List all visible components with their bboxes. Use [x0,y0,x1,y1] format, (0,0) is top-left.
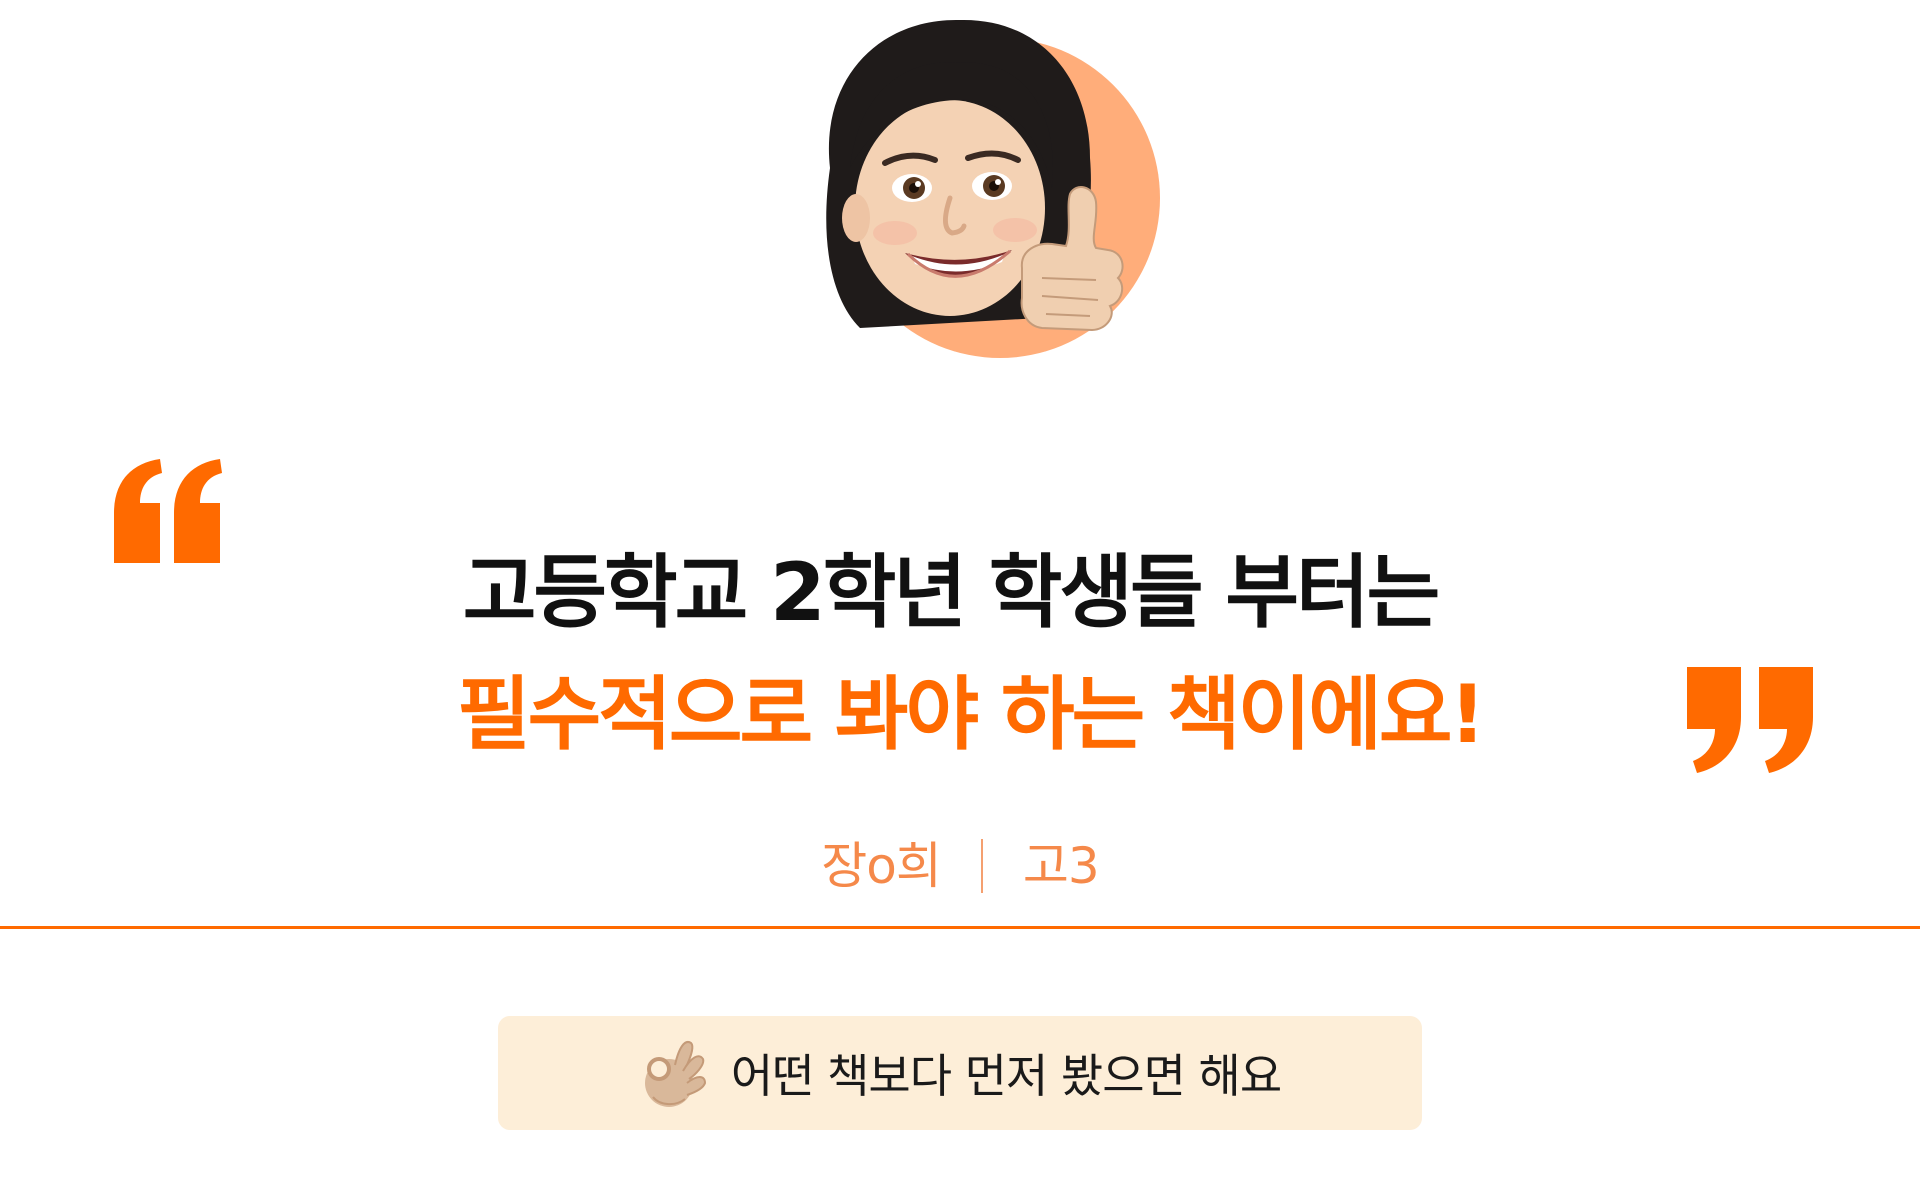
close-quote-icon [1687,667,1813,773]
ok-hand-icon [644,1041,706,1107]
headline-line-2: 필수적으로 봐야 하는 책이에요! [457,668,1486,761]
avatar [790,18,1170,358]
recommendation-banner: 어떤 책보다 먼저 봤으면 해요 [498,1016,1422,1130]
memoji-thumbs-up-icon [826,19,1160,358]
headline-line-1: 고등학교 2학년 학생들 부터는 [462,546,1440,639]
author-grade: 고3 [1022,837,1100,895]
banner-text: 어떤 책보다 먼저 봤으면 해요 [730,1049,1282,1103]
section-divider [0,926,1920,929]
author-name: 장o희 [821,837,942,895]
attribution-separator [980,839,983,893]
testimonial-attribution: 장o희 고3 [0,826,1920,898]
